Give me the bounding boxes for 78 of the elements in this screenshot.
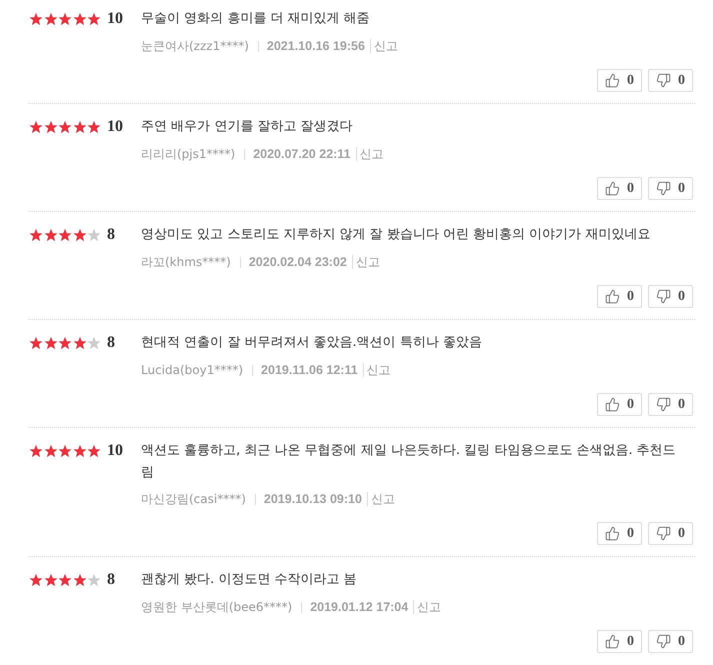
reviewer-name: 눈큰여사(zzz1****) [141,38,249,54]
star-icon [44,573,58,587]
dislike-button[interactable]: 0 [648,393,693,416]
thumbs-up-icon [605,181,620,196]
star-icon [58,12,72,26]
review-date: 2019.11.06 12:11 [261,363,358,377]
like-button[interactable]: 0 [597,69,642,92]
rating-score: 8 [107,334,115,352]
star-icon [58,444,72,458]
star-icon [29,228,43,242]
dislike-button[interactable]: 0 [648,177,693,200]
star-icon [44,228,58,242]
thumbs-up-icon [605,289,620,304]
star-icon [58,120,72,134]
thumbs-up-icon [605,634,620,649]
review-text: 영상미도 있고 스토리도 지루하지 않게 잘 봤습니다 어린 황비홍의 이야기가 재미있네요 [141,226,652,244]
star-icon [29,444,43,458]
star-icon [44,336,58,350]
star-icon [58,228,72,242]
star-icon [58,573,72,587]
reviewer-name: 마신강림(casi****) [141,490,246,508]
star-icon [72,444,86,458]
star-icon [87,444,101,458]
star-icon [58,336,72,350]
reviewer-name: 리리리(pjs1****) [141,146,236,162]
star-icon [72,573,86,587]
thumbs-down-icon [656,181,671,196]
dislike-button[interactable]: 0 [648,522,693,545]
thumbs-down-icon [656,73,671,88]
review-date: 2020.02.04 23:02 [248,255,347,269]
thumbs-down-icon [656,397,671,412]
review-text: 액션도 훌륭하고, 최근 나온 무협중에 제일 나은듯하다. 킬링 타임용으로도 손색없음. 추천드림 [141,442,677,482]
reviewer-name: Lucida(boy1****) [141,363,244,377]
reviewer-name: 라꼬(khms****) [141,254,231,270]
star-icon [87,336,101,350]
star-icon [87,120,101,134]
review-date: 2019.10.13 09:10 [264,492,362,506]
star-icon [44,120,58,134]
star-icon [29,573,43,587]
rating-score: 10 [107,118,123,136]
dislike-button[interactable]: 0 [648,285,693,308]
review-text: 주연 배우가 연기를 잘하고 잘생겼다 [141,118,354,136]
like-button[interactable]: 0 [597,393,642,416]
star-icon [72,120,86,134]
star-icon [72,12,86,26]
like-button[interactable]: 0 [597,522,642,545]
thumbs-up-icon [605,397,620,412]
review-date: 2019.01.12 17:04 [310,600,408,614]
star-icon [87,573,101,587]
rating-score: 8 [107,571,115,589]
star-icon [72,336,86,350]
star-icon [72,228,86,242]
star-icon [44,444,58,458]
thumbs-up-icon [605,73,620,88]
review-text: 현대적 연출이 잘 버무려져서 좋았음.액션이 특히나 좋았음 [141,334,483,352]
thumbs-down-icon [656,289,671,304]
review-date: 2020.07.20 22:11 [253,147,351,161]
reviewer-name: 영원한 부산롯데(bee6****) [141,598,292,616]
thumbs-down-icon [656,526,671,541]
review-date: 2021.10.16 19:56 [266,39,365,53]
star-icon [29,120,43,134]
review-text: 괜찮게 봤다. 이정도면 수작이라고 봄 [141,571,358,589]
dislike-button[interactable]: 0 [648,630,693,653]
star-icon [29,336,43,350]
review-text: 무술이 영화의 흥미를 더 재미있게 해줌 [141,10,371,28]
like-button[interactable]: 0 [597,285,642,308]
star-icon [87,228,101,242]
like-button[interactable]: 0 [597,630,642,653]
star-icon [87,12,101,26]
rating-score: 8 [107,226,115,244]
star-icon [29,12,43,26]
dislike-button[interactable]: 0 [648,69,693,92]
like-button[interactable]: 0 [597,177,642,200]
thumbs-down-icon [656,634,671,649]
star-icon [44,12,58,26]
rating-score: 10 [107,10,123,28]
thumbs-up-icon [605,526,620,541]
rating-score: 10 [107,442,123,460]
